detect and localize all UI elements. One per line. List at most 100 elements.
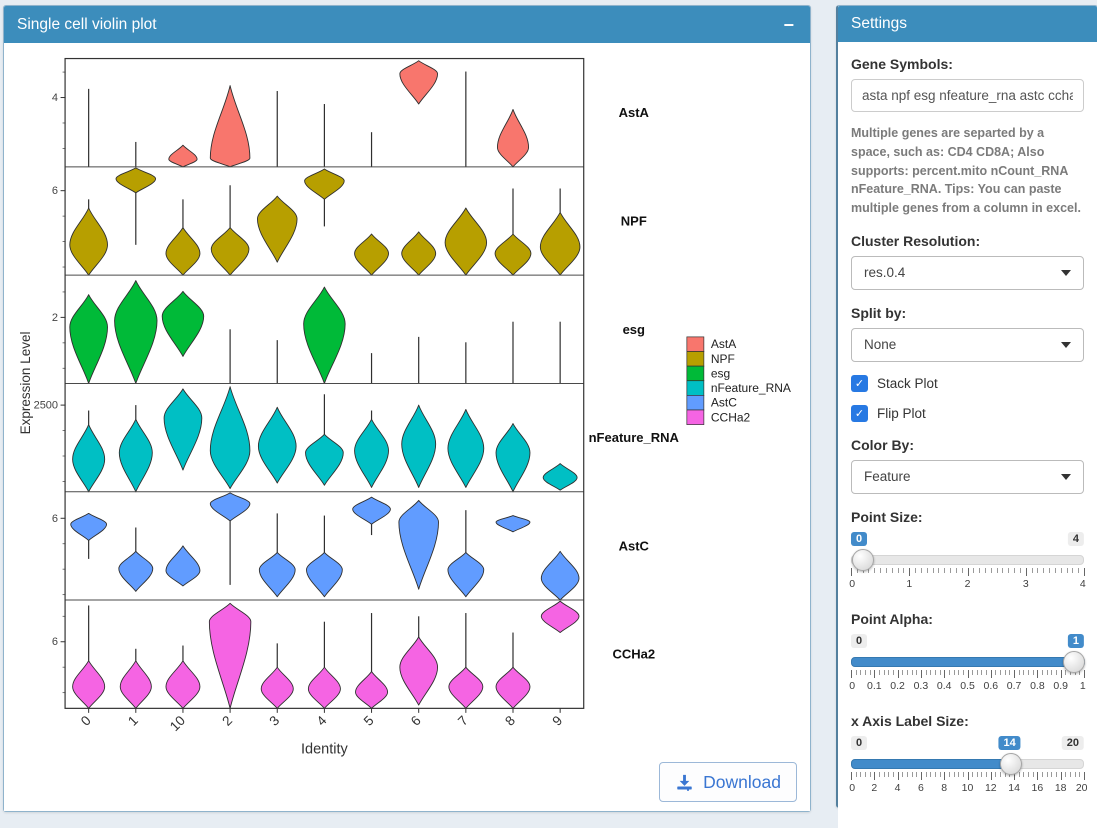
- slider-control[interactable]: 0142002468101214161820: [851, 736, 1084, 800]
- gene-symbols-input[interactable]: [851, 79, 1084, 112]
- grid-tick-minor: [1042, 772, 1043, 777]
- y-tick-label: 2: [52, 312, 58, 324]
- grid-tick-major: [968, 568, 969, 576]
- grid-tick-minor: [972, 670, 973, 675]
- grid-tick-minor: [963, 772, 964, 777]
- chevron-down-icon: [1061, 342, 1071, 348]
- violin-shape: [73, 425, 105, 492]
- download-button[interactable]: Download: [659, 762, 797, 802]
- split-by-value: None: [864, 337, 896, 352]
- grid-tick-minor: [935, 772, 936, 777]
- x-tick-label: 2: [219, 713, 235, 729]
- slider-track[interactable]: [851, 657, 1084, 667]
- cluster-resolution-label: Cluster Resolution:: [851, 233, 1084, 249]
- legend-swatch: [687, 395, 704, 410]
- settings-title: Settings: [851, 15, 907, 33]
- violin-shape: [70, 295, 108, 384]
- slider-control[interactable]: 0401234: [851, 532, 1084, 596]
- violin-shape: [305, 169, 345, 199]
- grid-tick-minor: [1023, 670, 1024, 675]
- grid-tick-minor: [1047, 772, 1048, 777]
- grid-tick-minor: [879, 670, 880, 675]
- grid-tick-label: 16: [1032, 782, 1044, 794]
- grid-tick-minor: [860, 670, 861, 675]
- grid-tick-minor: [985, 568, 986, 573]
- slider-handle[interactable]: [852, 549, 874, 571]
- collapse-icon[interactable]: −: [780, 16, 797, 34]
- settings-body: Gene Symbols: Multiple genes are separte…: [838, 42, 1097, 828]
- legend-swatch: [687, 366, 704, 381]
- panel-title: Single cell violin plot: [17, 16, 157, 34]
- grid-tick-label: 0.4: [937, 680, 952, 692]
- slider-grid: 00.10.20.30.40.50.60.70.80.91: [851, 670, 1084, 696]
- grid-tick-label: 0: [849, 578, 855, 590]
- x-tick-label: 1: [125, 713, 141, 729]
- grid-tick-label: 1: [906, 578, 912, 590]
- grid-tick-minor: [958, 670, 959, 675]
- slider-track[interactable]: [851, 555, 1084, 565]
- grid-tick-label: 18: [1055, 782, 1067, 794]
- violin-shape: [259, 552, 295, 596]
- grid-tick-major: [921, 772, 922, 780]
- slider-handle[interactable]: [1063, 651, 1085, 673]
- grid-tick-minor: [1043, 568, 1044, 573]
- grid-tick-major: [1037, 670, 1038, 678]
- grid-tick-minor: [926, 670, 927, 675]
- violin-shape: [210, 387, 250, 489]
- legend-swatch: [687, 381, 704, 396]
- split-by-select[interactable]: None: [851, 328, 1084, 362]
- grid-tick-minor: [958, 772, 959, 777]
- slider-label: x Axis Label Size:: [851, 713, 1084, 729]
- grid-tick-major: [874, 772, 875, 780]
- violin-shape: [209, 603, 250, 708]
- grid-tick-minor: [915, 568, 916, 573]
- grid-tick-minor: [888, 772, 889, 777]
- grid-tick-label: 0.6: [983, 680, 998, 692]
- grid-tick-minor: [972, 772, 973, 777]
- grid-tick-minor: [1070, 772, 1071, 777]
- slider-minmax-badge: 0: [851, 736, 867, 750]
- grid-tick-major: [1061, 670, 1062, 678]
- facet-label: CCHa2: [612, 647, 655, 662]
- violin-shape: [73, 661, 105, 709]
- grid-tick-major: [1084, 772, 1085, 780]
- color-by-select[interactable]: Feature: [851, 460, 1084, 494]
- grid-tick-minor: [1009, 670, 1010, 675]
- violin-shape: [261, 667, 293, 708]
- violin-shape: [211, 227, 249, 275]
- grid-tick-minor: [1033, 670, 1034, 675]
- violin-plot: 4AstA6NPF2esg2500nFeature_RNA6AstC6CCHa2…: [4, 43, 810, 811]
- legend-swatch: [687, 352, 704, 367]
- slider-value-badge: 14: [999, 736, 1021, 750]
- grid-tick-minor: [956, 568, 957, 573]
- gene-symbols-label: Gene Symbols:: [851, 56, 1084, 72]
- grid-tick-minor: [940, 670, 941, 675]
- grid-tick-minor: [977, 772, 978, 777]
- checkbox-checked-icon[interactable]: ✓: [851, 405, 868, 422]
- stack-plot-checkbox-row[interactable]: ✓ Stack Plot: [851, 375, 1084, 392]
- grid-tick-major: [851, 568, 852, 576]
- violin-shape: [400, 637, 438, 705]
- slider-control[interactable]: 0100.10.20.30.40.50.60.70.80.91: [851, 634, 1084, 698]
- grid-tick-minor: [1019, 772, 1020, 777]
- y-tick-label: 6: [52, 636, 58, 648]
- chevron-down-icon: [1061, 270, 1071, 276]
- grid-tick-minor: [986, 670, 987, 675]
- violin-shape: [115, 281, 157, 384]
- y-tick-label: 4: [52, 92, 58, 104]
- slider-track[interactable]: [851, 759, 1084, 769]
- flip-plot-checkbox-row[interactable]: ✓ Flip Plot: [851, 405, 1084, 422]
- grid-tick-minor: [940, 772, 941, 777]
- legend-label: esg: [711, 366, 730, 380]
- violin-plot-panel: Single cell violin plot − 4AstA6NPF2esg2…: [3, 5, 811, 812]
- grid-tick-major: [1026, 568, 1027, 576]
- facet-label: NPF: [621, 214, 647, 229]
- violin-shape: [119, 551, 153, 591]
- slider-handle[interactable]: [1000, 753, 1022, 775]
- slider-minmax-badge: 20: [1062, 736, 1084, 750]
- slider-grid: 02468101214161820: [851, 772, 1084, 798]
- checkbox-checked-icon[interactable]: ✓: [851, 375, 868, 392]
- grid-tick-minor: [907, 670, 908, 675]
- grid-tick-minor: [995, 772, 996, 777]
- cluster-resolution-select[interactable]: res.0.4: [851, 256, 1084, 290]
